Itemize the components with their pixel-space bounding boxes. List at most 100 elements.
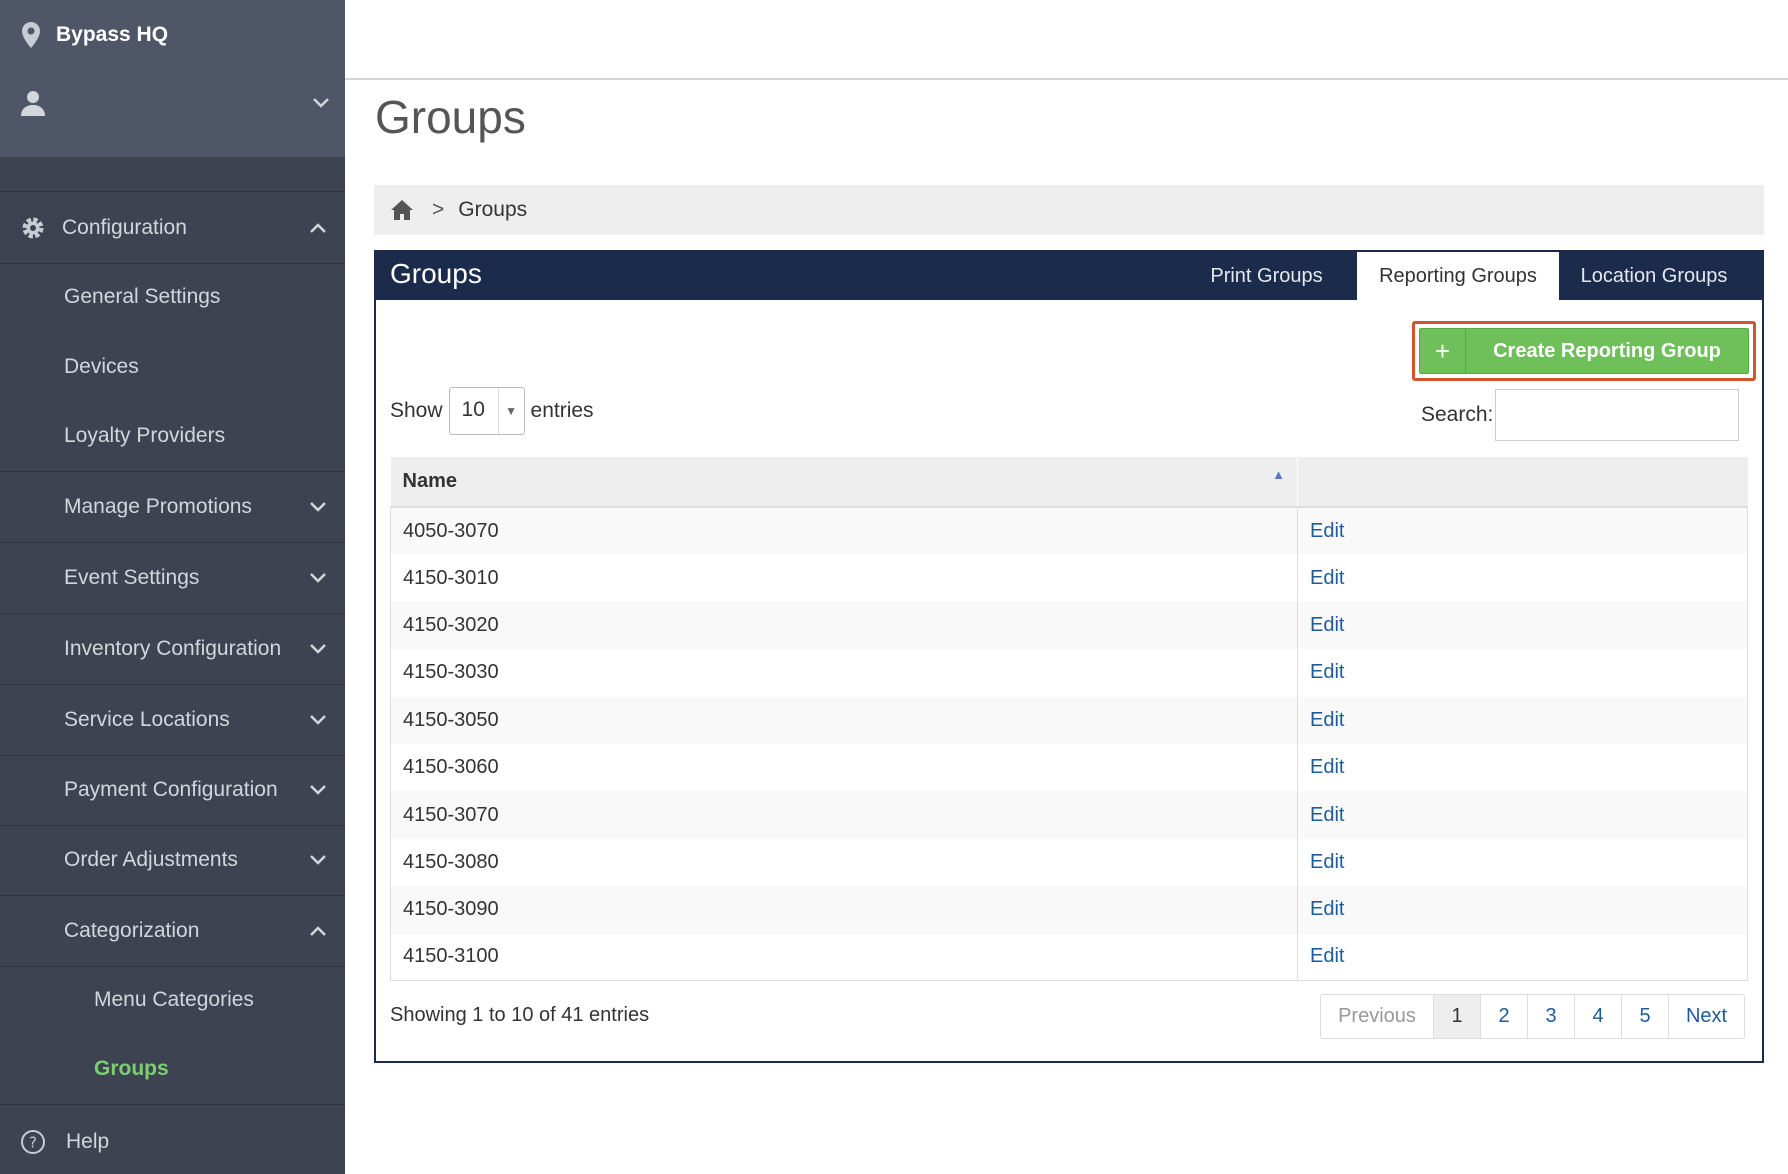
group-name: 4150-3080 xyxy=(390,838,1298,887)
panel-header: Groups Print Groups Reporting Groups Loc… xyxy=(376,252,1762,300)
edit-link[interactable]: Edit xyxy=(1310,756,1344,778)
column-header-label: Name xyxy=(402,470,457,492)
user-icon xyxy=(21,91,45,116)
tab-print-groups[interactable]: Print Groups xyxy=(1176,252,1357,300)
breadcrumb-separator: > xyxy=(432,198,445,221)
top-bar xyxy=(345,0,1788,80)
table-header-row: Name ▲ xyxy=(390,457,1748,508)
sidebar-item-help[interactable]: ? Help xyxy=(0,1106,345,1174)
gear-icon xyxy=(22,217,44,239)
table-row: 4150-3070 Edit xyxy=(390,791,1748,839)
table-row: 4150-3020 Edit xyxy=(390,601,1748,650)
sidebar: Bucks Bypass HQ Configuration General Se… xyxy=(0,0,345,1174)
show-label: Show xyxy=(390,399,443,422)
table-row: 4150-3010 Edit xyxy=(390,554,1748,602)
search-input[interactable] xyxy=(1495,389,1740,441)
pagination-page-3[interactable]: 3 xyxy=(1527,995,1574,1038)
edit-link[interactable]: Edit xyxy=(1310,945,1344,967)
breadcrumb-current: Groups xyxy=(458,198,528,221)
sidebar-item-inventory-configuration[interactable]: Inventory Configuration xyxy=(0,614,345,685)
chevron-down-icon xyxy=(309,714,327,726)
sidebar-item-label: Devices xyxy=(64,354,139,378)
column-header-name[interactable]: Name ▲ xyxy=(390,457,1298,508)
sidebar-item-configuration[interactable]: Configuration xyxy=(0,193,345,264)
table-row: 4150-3050 Edit xyxy=(390,696,1748,744)
chevron-down-icon: ▼ xyxy=(497,388,524,434)
sidebar-item-label: Menu Categories xyxy=(94,987,254,1011)
sidebar-item-label: General Settings xyxy=(64,284,221,308)
sidebar-item-devices[interactable]: Devices xyxy=(0,331,345,402)
search-label: Search: xyxy=(1421,403,1494,426)
sidebar-item-groups[interactable]: Groups xyxy=(0,1034,345,1105)
sidebar-header: Bypass HQ xyxy=(0,0,345,157)
svg-text:?: ? xyxy=(29,1133,37,1151)
edit-link[interactable]: Edit xyxy=(1310,709,1344,731)
chevron-up-icon xyxy=(309,222,327,234)
sidebar-item-label: Configuration xyxy=(62,216,187,239)
table-row: 4150-3030 Edit xyxy=(390,649,1748,697)
tab-reporting-groups[interactable]: Reporting Groups xyxy=(1357,252,1559,300)
table-row: 4150-3090 Edit xyxy=(390,886,1748,934)
sidebar-item-menu-categories[interactable]: Menu Categories xyxy=(0,964,345,1035)
groups-panel: Groups Print Groups Reporting Groups Loc… xyxy=(374,250,1764,1063)
sidebar-item-payment-configuration[interactable]: Payment Configuration xyxy=(0,755,345,826)
table-info: Showing 1 to 10 of 41 entries xyxy=(390,1004,650,1026)
pagination-page-1[interactable]: 1 xyxy=(1433,995,1480,1038)
entries-length-control: Show 10 ▼ entries xyxy=(390,387,594,435)
pagination-page-2[interactable]: 2 xyxy=(1480,995,1527,1038)
chevron-down-icon xyxy=(312,97,330,109)
pagination-previous[interactable]: Previous xyxy=(1321,995,1433,1038)
edit-link[interactable]: Edit xyxy=(1310,520,1344,542)
sidebar-item-service-locations[interactable]: Service Locations xyxy=(0,685,345,756)
chevron-down-icon xyxy=(309,501,327,513)
edit-link[interactable]: Edit xyxy=(1310,851,1344,873)
tab-location-groups[interactable]: Location Groups xyxy=(1559,252,1749,300)
edit-link[interactable]: Edit xyxy=(1310,567,1344,589)
edit-link[interactable]: Edit xyxy=(1310,898,1344,920)
sidebar-item-label: Manage Promotions xyxy=(64,495,252,518)
sidebar-item-label: Event Settings xyxy=(64,566,200,589)
pagination-page-5[interactable]: 5 xyxy=(1621,995,1668,1038)
chevron-down-icon xyxy=(309,572,327,584)
sidebar-item-label: Inventory Configuration xyxy=(64,637,282,660)
entries-select[interactable]: 10 ▼ xyxy=(448,387,525,435)
brand-name: Bypass HQ xyxy=(56,23,169,46)
sidebar-item-label: Categorization xyxy=(64,919,200,942)
sidebar-item-general-settings[interactable]: General Settings xyxy=(0,261,345,332)
edit-link[interactable]: Edit xyxy=(1310,804,1344,826)
table-row: 4150-3080 Edit xyxy=(390,838,1748,887)
chevron-up-icon xyxy=(309,925,327,937)
group-name: 4150-3050 xyxy=(390,696,1298,744)
group-name: 4150-3010 xyxy=(390,554,1298,602)
sidebar-item-label: Groups xyxy=(94,1057,169,1080)
sort-asc-icon: ▲ xyxy=(1272,467,1285,482)
sidebar-item-manage-promotions[interactable]: Manage Promotions xyxy=(0,472,345,543)
column-header-actions xyxy=(1297,457,1748,508)
group-name: 4150-3100 xyxy=(390,933,1298,982)
pagination: Previous 1 2 3 4 5 Next xyxy=(1320,994,1745,1039)
sidebar-item-loyalty-providers[interactable]: Loyalty Providers xyxy=(0,401,345,472)
group-name: 4050-3070 xyxy=(390,507,1298,555)
chevron-down-icon xyxy=(309,784,327,796)
sidebar-item-categorization[interactable]: Categorization xyxy=(0,896,345,967)
search-control: Search: xyxy=(1421,389,1740,441)
edit-link[interactable]: Edit xyxy=(1310,614,1344,636)
groups-table: Name ▲ 4050-3070 Edit 4150-3010 Edit 4150-… xyxy=(390,457,1748,982)
entries-label: entries xyxy=(530,399,594,422)
edit-link[interactable]: Edit xyxy=(1310,661,1344,683)
chevron-down-icon xyxy=(309,643,327,655)
group-name: 4150-3060 xyxy=(390,743,1298,792)
create-button-highlight: + Create Reporting Group xyxy=(1412,321,1756,381)
create-reporting-group-button[interactable]: + Create Reporting Group xyxy=(1419,328,1749,374)
pagination-page-4[interactable]: 4 xyxy=(1574,995,1621,1038)
sidebar-item-label: Order Adjustments xyxy=(64,848,238,871)
sidebar-item-order-adjustments[interactable]: Order Adjustments xyxy=(0,825,345,896)
panel-title: Groups xyxy=(390,258,482,289)
home-icon[interactable] xyxy=(390,199,414,221)
pagination-next[interactable]: Next xyxy=(1668,995,1744,1038)
sidebar-item-event-settings[interactable]: Event Settings xyxy=(0,543,345,614)
user-menu[interactable] xyxy=(20,90,330,116)
table-row: 4150-3100 Edit xyxy=(390,933,1748,982)
brand[interactable]: Bypass HQ xyxy=(22,22,168,48)
plus-icon: + xyxy=(1420,329,1466,373)
